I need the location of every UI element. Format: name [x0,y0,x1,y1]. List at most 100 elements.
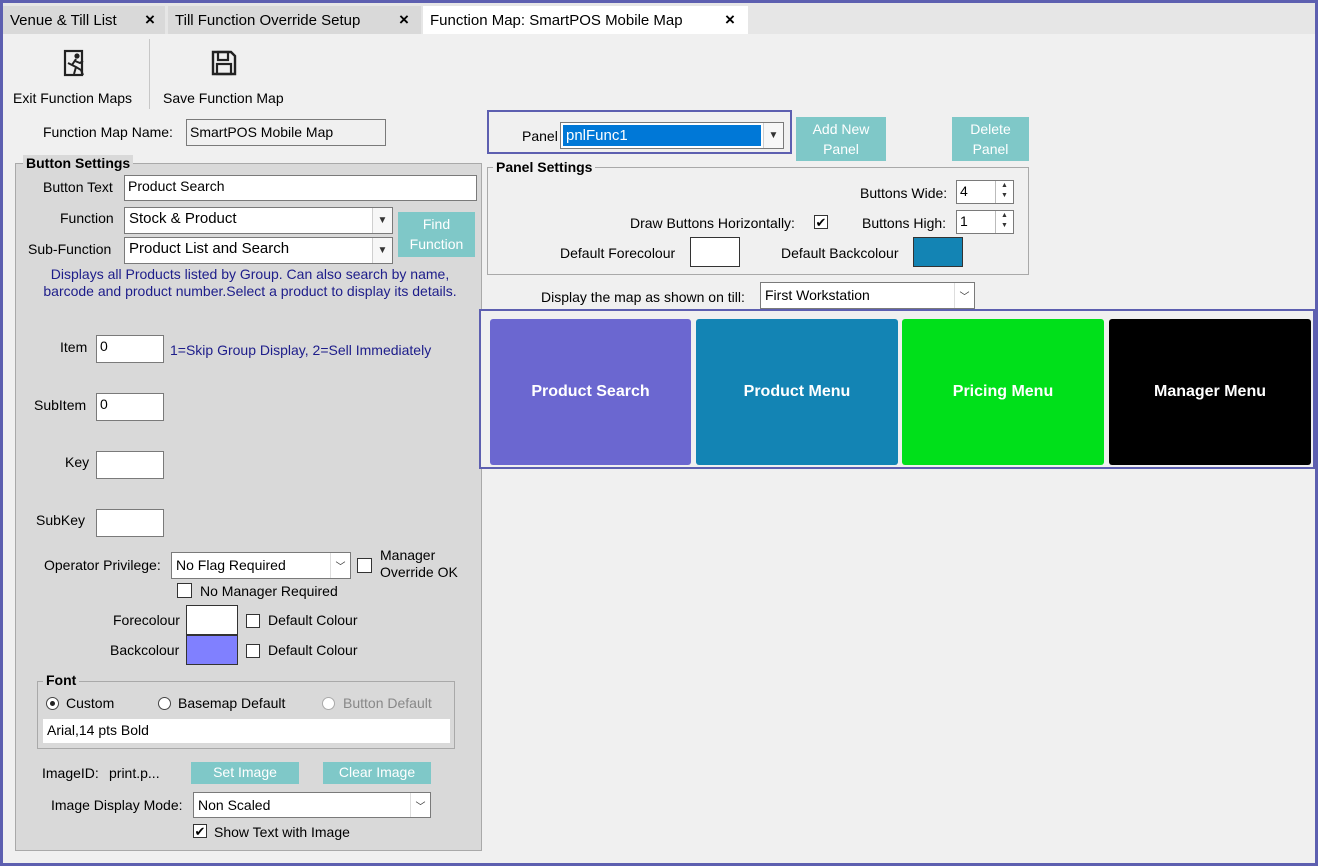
toolbar-separator [149,39,150,109]
spinner-arrows-icon[interactable]: ▲ ▼ [995,211,1013,233]
item-input[interactable]: 0 [96,335,164,363]
show-text-with-image-checkbox[interactable]: ✔ [193,824,207,838]
image-display-mode-select[interactable]: Non Scaled ﹀ [193,792,431,818]
backcolour-label: Backcolour [110,642,180,658]
default-backcolour-swatch[interactable] [913,237,963,267]
preview-button-manager-menu[interactable]: Manager Menu [1109,319,1311,465]
panel-label: Panel [522,128,558,144]
default-forecolour-swatch[interactable] [690,237,740,267]
image-id-value: print.p... [109,765,160,781]
manager-override-checkbox[interactable] [357,558,372,573]
key-label: Key [65,454,90,470]
find-function-button[interactable]: Find Function [398,212,475,257]
preview-button-pricing-menu[interactable]: Pricing Menu [902,319,1104,465]
function-select[interactable]: Stock & Product ▼ [124,207,393,234]
tab-venue-till-list[interactable]: Venue & Till List × [3,6,165,34]
display-map-select[interactable]: First Workstation ﹀ [760,282,975,309]
image-display-mode-label: Image Display Mode: [51,797,183,813]
buttons-high-spinner[interactable]: 1 ▲ ▼ [956,210,1014,234]
subitem-label: SubItem [34,397,87,413]
display-map-value: First Workstation [765,287,870,303]
forecolour-default-checkbox[interactable] [246,614,260,628]
function-map-window: Venue & Till List × Till Function Overri… [3,3,1315,863]
sub-function-value: Product List and Search [129,240,290,257]
no-manager-required-label: No Manager Required [200,583,338,599]
chevron-down-icon[interactable]: ▼ [763,123,783,148]
backcolour-default-label: Default Colour [268,642,358,658]
function-map-name-label: Function Map Name: [43,124,173,140]
save-function-map-button[interactable]: Save Function Map [159,43,295,111]
forecolour-label: Forecolour [113,612,180,628]
panel-settings-title: Panel Settings [493,159,596,175]
spinner-arrows-icon[interactable]: ▲ ▼ [995,181,1013,203]
operator-privilege-label: Operator Privilege: [44,557,161,573]
preview-button-label: Product Menu [743,383,851,400]
clear-image-button[interactable]: Clear Image [323,762,431,784]
preview-button-label: Pricing Menu [952,383,1054,400]
draw-horizontal-label: Draw Buttons Horizontally: [630,215,795,231]
font-title: Font [43,672,80,688]
buttons-high-value: 1 [960,213,968,229]
function-map-preview: Product Search Product Menu Pricing Menu… [479,309,1315,469]
forecolour-swatch[interactable] [186,605,238,635]
font-basemap-default-label: Basemap Default [178,695,286,711]
preview-button-product-menu[interactable]: Product Menu [696,319,898,465]
sub-function-label: Sub-Function [28,241,112,257]
chevron-down-icon[interactable]: ﹀ [330,553,350,578]
tab-till-function-override[interactable]: Till Function Override Setup × [168,6,421,34]
tab-bar: Venue & Till List × Till Function Overri… [3,3,1315,34]
button-settings-title: Button Settings [23,155,134,171]
tab-label: Till Function Override Setup [175,12,361,29]
no-manager-required-checkbox[interactable] [177,583,192,598]
preview-button-label: Manager Menu [1153,383,1266,400]
panel-select[interactable]: pnlFunc1 ▼ [560,122,784,149]
show-text-with-image-label: Show Text with Image [214,824,350,840]
tab-label: Function Map: SmartPOS Mobile Map [430,12,683,29]
add-new-panel-button[interactable]: Add New Panel [796,117,886,161]
operator-privilege-select[interactable]: No Flag Required ﹀ [171,552,351,579]
set-image-button[interactable]: Set Image [191,762,299,784]
font-button-default-label: Button Default [343,695,432,711]
operator-privilege-value: No Flag Required [176,557,286,573]
draw-horizontal-checkbox[interactable]: ✔ [814,215,828,229]
exit-function-maps-button[interactable]: Exit Function Maps [9,43,143,111]
chevron-down-icon[interactable]: ﹀ [410,793,430,817]
chevron-down-icon[interactable]: ▼ [372,208,392,233]
tab-label: Venue & Till List [10,12,117,29]
item-hint: 1=Skip Group Display, 2=Sell Immediately [170,342,432,358]
button-text-label: Button Text [43,179,113,195]
close-icon[interactable]: × [145,10,155,30]
chevron-down-icon[interactable]: ▼ [372,238,392,263]
floppy-disk-icon [211,50,237,76]
font-custom-radio[interactable] [46,697,59,710]
image-display-mode-value: Non Scaled [198,797,271,813]
font-value-field[interactable]: Arial,14 pts Bold [43,719,450,743]
subitem-input[interactable]: 0 [96,393,164,421]
image-id-label: ImageID: [42,765,99,781]
exit-function-maps-label: Exit Function Maps [13,90,133,106]
preview-button-product-search[interactable]: Product Search [490,319,691,465]
backcolour-swatch[interactable] [186,635,238,665]
close-icon[interactable]: × [725,10,735,30]
display-map-label: Display the map as shown on till: [541,289,745,305]
buttons-wide-spinner[interactable]: 4 ▲ ▼ [956,180,1014,204]
function-map-name-input[interactable]: SmartPOS Mobile Map [186,119,386,146]
backcolour-default-checkbox[interactable] [246,644,260,658]
tab-function-map[interactable]: Function Map: SmartPOS Mobile Map × [423,6,748,34]
key-input[interactable] [96,451,164,479]
font-basemap-default-radio[interactable] [158,697,171,710]
button-text-input[interactable]: Product Search [124,175,477,201]
delete-panel-button[interactable]: Delete Panel [952,117,1029,161]
chevron-down-icon[interactable]: ﹀ [954,283,974,308]
sub-function-description: Displays all Products listed by Group. C… [43,266,457,299]
font-button-default-radio[interactable] [322,697,335,710]
buttons-wide-label: Buttons Wide: [860,185,948,201]
subkey-input[interactable] [96,509,164,537]
subkey-label: SubKey [36,512,86,528]
buttons-high-label: Buttons High: [862,215,947,231]
sub-function-select[interactable]: Product List and Search ▼ [124,237,393,264]
function-value: Stock & Product [129,210,237,227]
preview-button-label: Product Search [531,383,650,400]
font-custom-label: Custom [66,695,115,711]
close-icon[interactable]: × [399,10,409,30]
